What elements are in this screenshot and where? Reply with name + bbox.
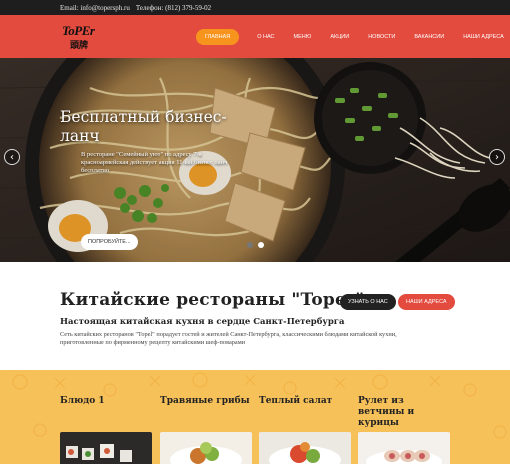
menu-section: Блюдо 1 Травяные грибы Теплый салат Руле…: [0, 370, 510, 464]
logo-latin: ToPEr: [62, 22, 95, 38]
slider-dot-2[interactable]: [258, 242, 264, 248]
chevron-right-icon: ›: [495, 151, 499, 163]
contact-email[interactable]: Email: info@topersph.ru: [60, 4, 130, 12]
menu-card[interactable]: Блюдо 1: [60, 396, 152, 464]
nav-item-about[interactable]: О нас: [257, 34, 274, 40]
slider-next-button[interactable]: ›: [489, 149, 505, 165]
about-subtitle: Настоящая китайская кухня в сердце Санкт…: [60, 317, 345, 327]
hero-try-button[interactable]: ПОПРОБУЙТЕ...: [81, 234, 138, 250]
top-contact-bar: Email: info@topersph.ru Телефон: (812) 3…: [0, 0, 510, 15]
site-logo[interactable]: ToPEr 頭牌: [60, 22, 100, 52]
nav-item-home[interactable]: Главная: [196, 28, 240, 45]
main-menu: Главная О нас Меню Акции Новости Ваканси…: [196, 15, 510, 58]
slider-pagination: [247, 242, 264, 248]
nav-item-news[interactable]: Новости: [368, 34, 395, 40]
slider-prev-button[interactable]: ‹: [4, 149, 20, 165]
nav-item-menu[interactable]: Меню: [294, 34, 312, 40]
menu-card-image[interactable]: [160, 432, 252, 464]
nav-item-promotions[interactable]: Акции: [330, 34, 349, 40]
menu-card[interactable]: Теплый салат: [259, 396, 351, 464]
nav-item-vacancies[interactable]: Вакансии: [414, 34, 444, 40]
menu-card-title: Блюдо 1: [60, 396, 105, 406]
about-section: Китайские рестораны "Toper" УЗНАТЬ О НАС…: [0, 262, 510, 370]
nav-item-addresses[interactable]: Наши адреса: [463, 34, 504, 40]
menu-card[interactable]: Травяные грибы: [160, 396, 252, 464]
hero-caption: Бесплатный бизнес-ланч В ресторане "Семе…: [60, 108, 250, 250]
contact-phone[interactable]: Телефон: (812) 379-59-02: [136, 4, 211, 12]
about-us-button[interactable]: УЗНАТЬ О НАС: [340, 294, 396, 310]
about-title: Китайские рестораны "Toper": [60, 290, 365, 310]
hero-slider: Бесплатный бизнес-ланч В ресторане "Семе…: [0, 58, 510, 262]
hero-description: В ресторане "Семейный уют" по адресу 7-я…: [81, 151, 228, 174]
menu-card-title: Травяные грибы: [160, 396, 250, 406]
menu-card-image[interactable]: [60, 432, 152, 464]
menu-card[interactable]: Рулет из ветчины и курицы: [358, 396, 450, 464]
menu-card-title: Рулет из ветчины и курицы: [358, 396, 415, 428]
slider-dot-1[interactable]: [247, 242, 253, 248]
hero-title: Бесплатный бизнес-ланч: [60, 108, 227, 145]
our-addresses-button[interactable]: НАШИ АДРЕСА: [398, 294, 455, 310]
menu-card-image[interactable]: [259, 432, 351, 464]
logo-cjk: 頭牌: [70, 40, 89, 51]
menu-card-image[interactable]: [358, 432, 450, 464]
main-navbar: ToPEr 頭牌 Главная О нас Меню Акции Новост…: [0, 15, 510, 58]
menu-card-title: Теплый салат: [259, 396, 333, 406]
about-text: Сеть китайских ресторанов "Topel" пораду…: [60, 331, 397, 346]
chevron-left-icon: ‹: [10, 151, 14, 163]
